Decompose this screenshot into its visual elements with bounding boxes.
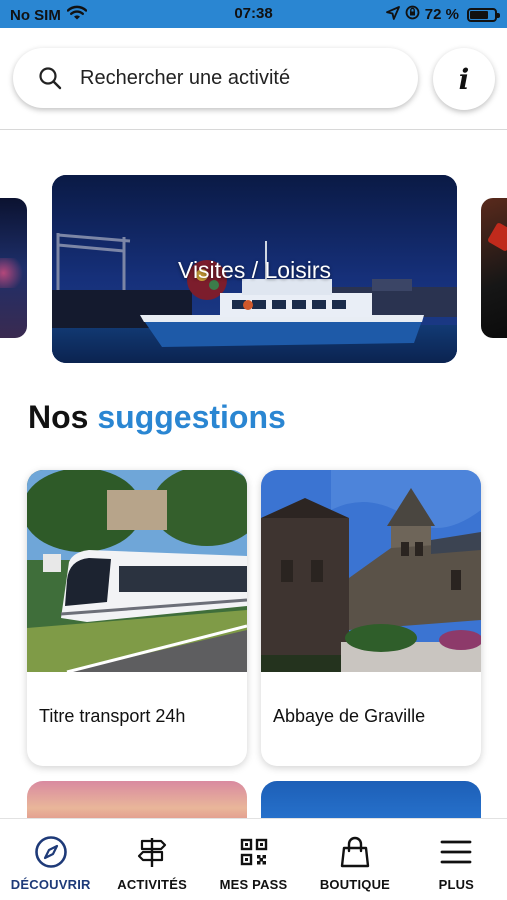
battery-icon	[467, 7, 500, 22]
search-icon	[39, 67, 62, 90]
nav-label: ACTIVITÉS	[117, 877, 187, 892]
nav-label: BOUTIQUE	[319, 877, 391, 892]
battery-percent: 72 %	[424, 6, 459, 23]
search-bar[interactable]: Rechercher une activité	[13, 48, 418, 108]
nav-label: MES PASS	[219, 877, 288, 892]
rotation-lock-icon	[405, 5, 420, 24]
section-title-accent: suggestions	[97, 399, 286, 435]
location-arrow-icon	[385, 5, 400, 24]
nav-item-mes-pass[interactable]: MES PASS	[203, 819, 304, 900]
suggestion-card[interactable]: Abbaye de Graville	[261, 470, 481, 766]
carousel-prev-card[interactable]	[0, 198, 27, 338]
bottom-nav: DÉCOUVRIR ACTIVITÉS MES PASS BOUTIQUE PL…	[0, 818, 507, 900]
header-divider	[0, 129, 507, 130]
status-right: 72 %	[385, 5, 500, 24]
abbey-image	[261, 470, 481, 672]
section-title: Nos suggestions	[28, 399, 286, 436]
card-label: Titre transport 24h	[39, 706, 186, 726]
nav-item-boutique[interactable]: BOUTIQUE	[304, 819, 405, 900]
nav-item-decouvrir[interactable]: DÉCOUVRIR	[0, 819, 101, 900]
qr-code-icon	[240, 838, 267, 866]
section-title-prefix: Nos	[28, 399, 89, 435]
carousel-title: Visites / Loisirs	[178, 257, 331, 283]
menu-icon	[440, 840, 472, 864]
tram-image	[27, 470, 247, 672]
carousel-next-card[interactable]	[481, 198, 507, 338]
nav-label: DÉCOUVRIR	[10, 877, 91, 892]
suggestion-card[interactable]: Titre transport 24h	[27, 470, 247, 766]
signpost-icon	[138, 838, 167, 867]
nav-label: PLUS	[438, 877, 475, 892]
compass-icon	[34, 836, 67, 868]
search-input[interactable]: Rechercher une activité	[80, 67, 290, 90]
shopping-bag-icon	[340, 836, 370, 868]
info-button[interactable]: i	[433, 48, 495, 110]
info-icon: i	[458, 62, 470, 96]
nav-item-activites[interactable]: ACTIVITÉS	[101, 819, 202, 900]
card-label: Abbaye de Graville	[273, 706, 426, 726]
status-bar: No SIM 07:38 72 %	[0, 0, 507, 28]
carousel-card[interactable]: Visites / Loisirs	[52, 175, 457, 363]
nav-item-plus[interactable]: PLUS	[406, 819, 507, 900]
